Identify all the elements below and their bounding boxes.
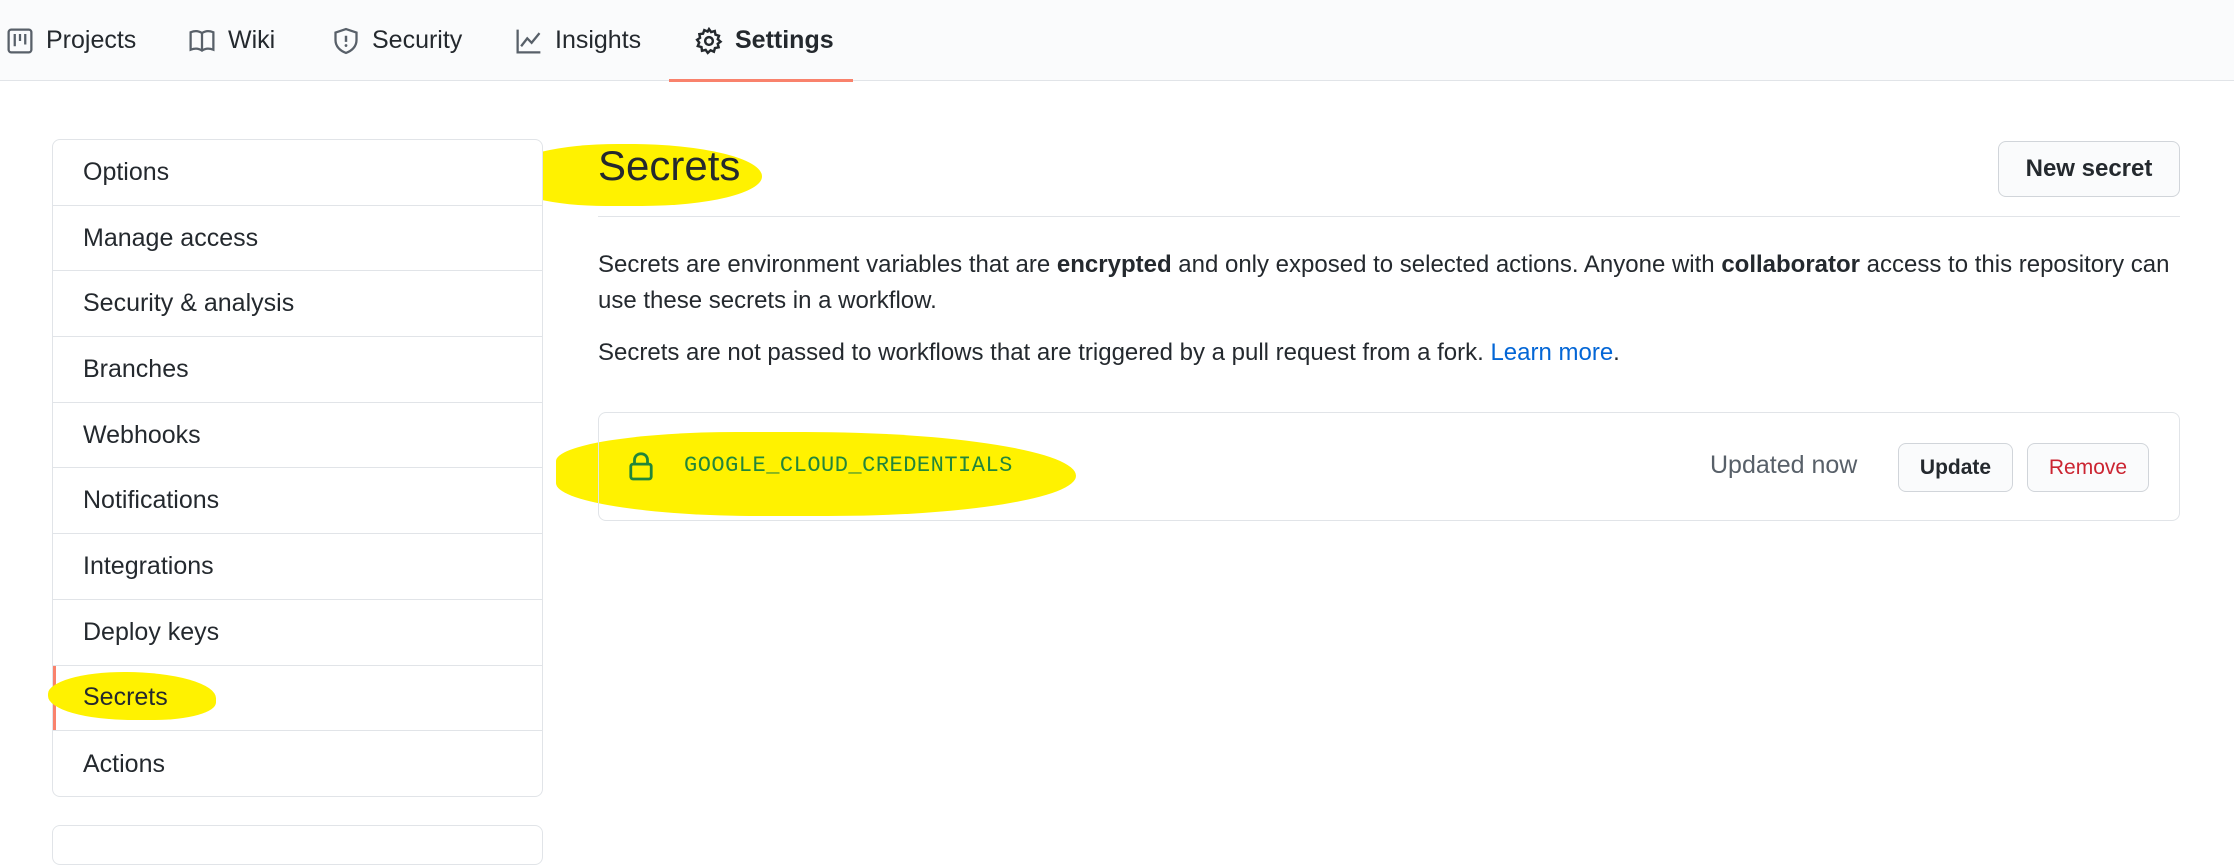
desc-text: Secrets are environment variables that a…	[598, 251, 1057, 278]
menu-item-webhooks[interactable]: Webhooks	[53, 403, 542, 469]
desc-text: and only exposed to selected actions. An…	[1171, 251, 1722, 278]
settings-menu: Options Manage access Security & analysi…	[52, 139, 543, 797]
menu-item-label: Security & analysis	[83, 289, 295, 318]
menu-item-label: Webhooks	[83, 420, 201, 449]
menu-item-label: Branches	[83, 354, 189, 383]
menu-item-notifications[interactable]: Notifications	[53, 468, 542, 535]
menu-item-deploy-keys[interactable]: Deploy keys	[53, 600, 542, 666]
tab-wiki[interactable]: Wiki	[188, 0, 275, 81]
tab-wiki-label: Wiki	[228, 26, 276, 54]
repo-nav: Projects Wiki Security Insights Settings	[0, 0, 2234, 82]
menu-item-label: Manage access	[83, 223, 259, 252]
tab-projects[interactable]: Projects	[6, 0, 136, 81]
menu-item-label: Integrations	[83, 551, 214, 580]
menu-item-options[interactable]: Options	[53, 140, 542, 206]
menu-item-branches[interactable]: Branches	[53, 337, 542, 403]
lock-icon	[629, 452, 653, 481]
menu-item-integrations[interactable]: Integrations	[53, 534, 542, 600]
menu-item-label: Actions	[83, 749, 165, 778]
secondary-menu	[52, 825, 543, 865]
tab-settings[interactable]: Settings	[669, 0, 853, 82]
menu-item-manage-access[interactable]: Manage access	[53, 206, 542, 272]
menu-item-label: Options	[83, 157, 170, 186]
tab-insights[interactable]: Insights	[515, 0, 641, 81]
tab-projects-label: Projects	[46, 26, 137, 54]
book-icon	[189, 29, 215, 52]
tab-security[interactable]: Security	[332, 0, 462, 81]
new-secret-button[interactable]: New secret	[1998, 141, 2180, 197]
divider	[598, 216, 2180, 217]
secrets-description: Secrets are environment variables that a…	[598, 247, 2188, 319]
tab-settings-label: Settings	[735, 26, 834, 54]
menu-item-security-analysis[interactable]: Security & analysis	[53, 271, 542, 338]
graph-icon	[516, 29, 541, 54]
tab-security-label: Security	[372, 26, 463, 54]
menu-item-label: Secrets	[83, 683, 168, 712]
menu-item-actions[interactable]: Actions	[53, 731, 542, 796]
fork-note: Secrets are not passed to workflows that…	[598, 335, 2188, 371]
page-title: Secrets	[598, 142, 741, 189]
tab-insights-label: Insights	[555, 26, 642, 54]
menu-item-label: Deploy keys	[83, 617, 220, 646]
fork-note-text: Secrets are not passed to workflows that…	[598, 339, 1491, 366]
gear-icon	[695, 26, 723, 55]
desc-bold-encrypted: encrypted	[1056, 251, 1172, 278]
project-icon	[7, 27, 33, 54]
shield-icon	[334, 27, 358, 54]
secret-name: GOOGLE_CLOUD_CREDENTIALS	[684, 453, 1013, 478]
learn-more-link[interactable]: Learn more	[1490, 339, 1613, 366]
menu-item-label: Notifications	[83, 486, 220, 515]
fork-note-end: .	[1613, 339, 1620, 366]
desc-bold-collaborator: collaborator	[1721, 251, 1861, 278]
